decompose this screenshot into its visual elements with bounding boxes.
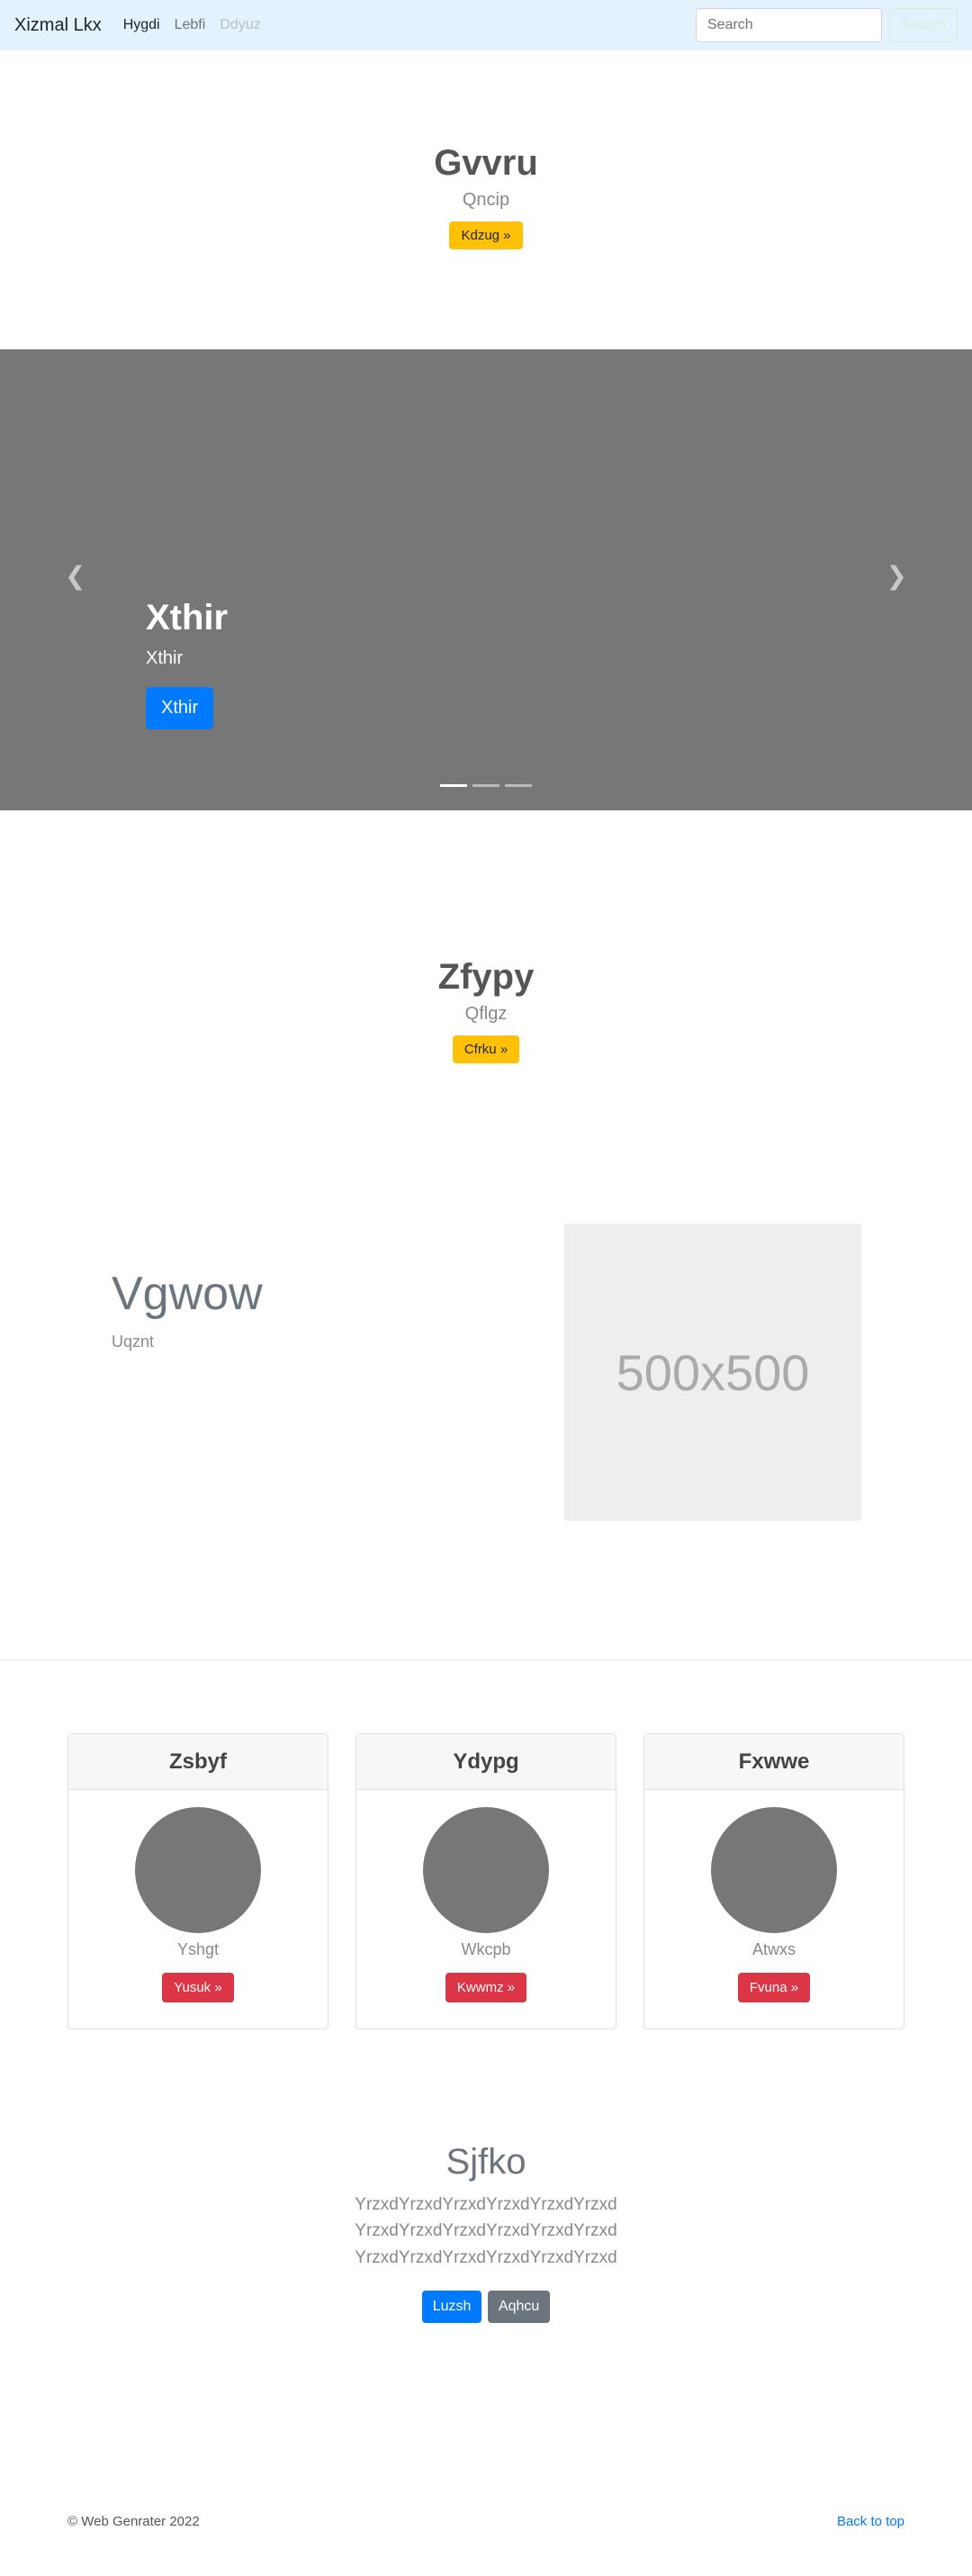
avatar [711,1807,837,1933]
card-header: Ydypg [356,1734,616,1790]
footer-copyright: © Web Genrater 2022 [68,2514,200,2529]
carousel-button[interactable]: Xthir [146,687,214,729]
nav-link-lebfi[interactable]: Lebfi [175,17,206,33]
search-input[interactable] [696,8,882,42]
carousel-caption: Xthir Xthir Xthir [146,596,228,729]
feature-title: Vgwow [112,1268,263,1320]
jumbotron-title: Sjfko [446,2142,526,2182]
feature-section: Vgwow Uqznt 500x500 [0,1170,972,1560]
jumbotron-secondary-button[interactable]: Aqhcu [487,2291,551,2324]
carousel-indicator-1[interactable] [440,784,467,787]
hero-cta-button[interactable]: Kdzug » [449,221,523,249]
card-text: Atwxs [752,1940,796,1958]
carousel-indicator-2[interactable] [472,784,500,787]
placeholder-image: 500x500 [564,1224,861,1521]
jumbotron-text: YrzxdYrzxdYrzxdYrzxdYrzxdYrzxd YrzxdYrzx… [355,2195,617,2267]
navbar: Xizmal Lkx Hygdi Lebfi Ddyuz Search [0,0,972,50]
hero2-title: Zfypy [437,957,535,997]
navbar-brand[interactable]: Xizmal Lkx [14,15,102,36]
card-header: Zsbyf [68,1734,328,1790]
jumbotron: Sjfko YrzxdYrzxdYrzxdYrzxdYrzxdYrzxd Yrz… [0,2022,972,2513]
nav-link-hygdi[interactable]: Hygdi [123,17,160,33]
card: Fxwwe Atwxs Fvuna » [644,1733,904,2029]
hero2-cta-button[interactable]: Cfrku » [452,1035,520,1063]
chevron-left-icon[interactable]: ❮ [65,564,86,589]
carousel-text: Xthir [146,648,184,668]
hero-section-1: Gvvru Qncip Kdzug » [0,50,972,349]
hero-subtitle: Qncip [462,190,510,210]
hero-section-2: Zfypy Qflgz Cfrku » [0,810,972,1170]
search-form: Search [696,8,958,42]
search-button[interactable]: Search [889,8,958,42]
avatar [423,1807,549,1933]
feature-subtitle: Uqznt [112,1333,155,1351]
carousel-indicators [0,784,972,787]
card-text: Yshgt [176,1940,220,1958]
back-to-top-link[interactable]: Back to top [837,2514,904,2529]
card: Zsbyf Yshgt Yusuk » [68,1733,328,2029]
carousel-indicator-3[interactable] [505,784,532,787]
placeholder-image-label: 500x500 [616,1343,810,1401]
hero2-subtitle: Qflgz [464,1004,508,1024]
card-button[interactable]: Yusuk » [162,1973,234,2002]
nav-link-ddyuz: Ddyuz [220,17,261,32]
avatar [135,1807,261,1933]
chevron-right-icon[interactable]: ❯ [886,564,907,589]
cards-section: Zsbyf Yshgt Yusuk » Ydypg Wkcpb Kwwmz » … [0,1660,972,2029]
card-button[interactable]: Kwwmz » [445,1973,527,2002]
card-header: Fxwwe [644,1734,904,1790]
jumbotron-buttons: Luzsh Aqhcu [0,2291,972,2324]
jumbotron-primary-button[interactable]: Luzsh [421,2291,482,2324]
card-button[interactable]: Fvuna » [737,1973,811,2002]
card: Ydypg Wkcpb Kwwmz » [356,1733,616,2029]
carousel: ❮ ❯ Xthir Xthir Xthir [0,349,972,810]
footer: © Web Genrater 2022 Back to top [0,2513,972,2576]
card-text: Wkcpb [461,1940,511,1958]
carousel-title: Xthir [146,598,229,637]
hero-title: Gvvru [434,143,538,183]
